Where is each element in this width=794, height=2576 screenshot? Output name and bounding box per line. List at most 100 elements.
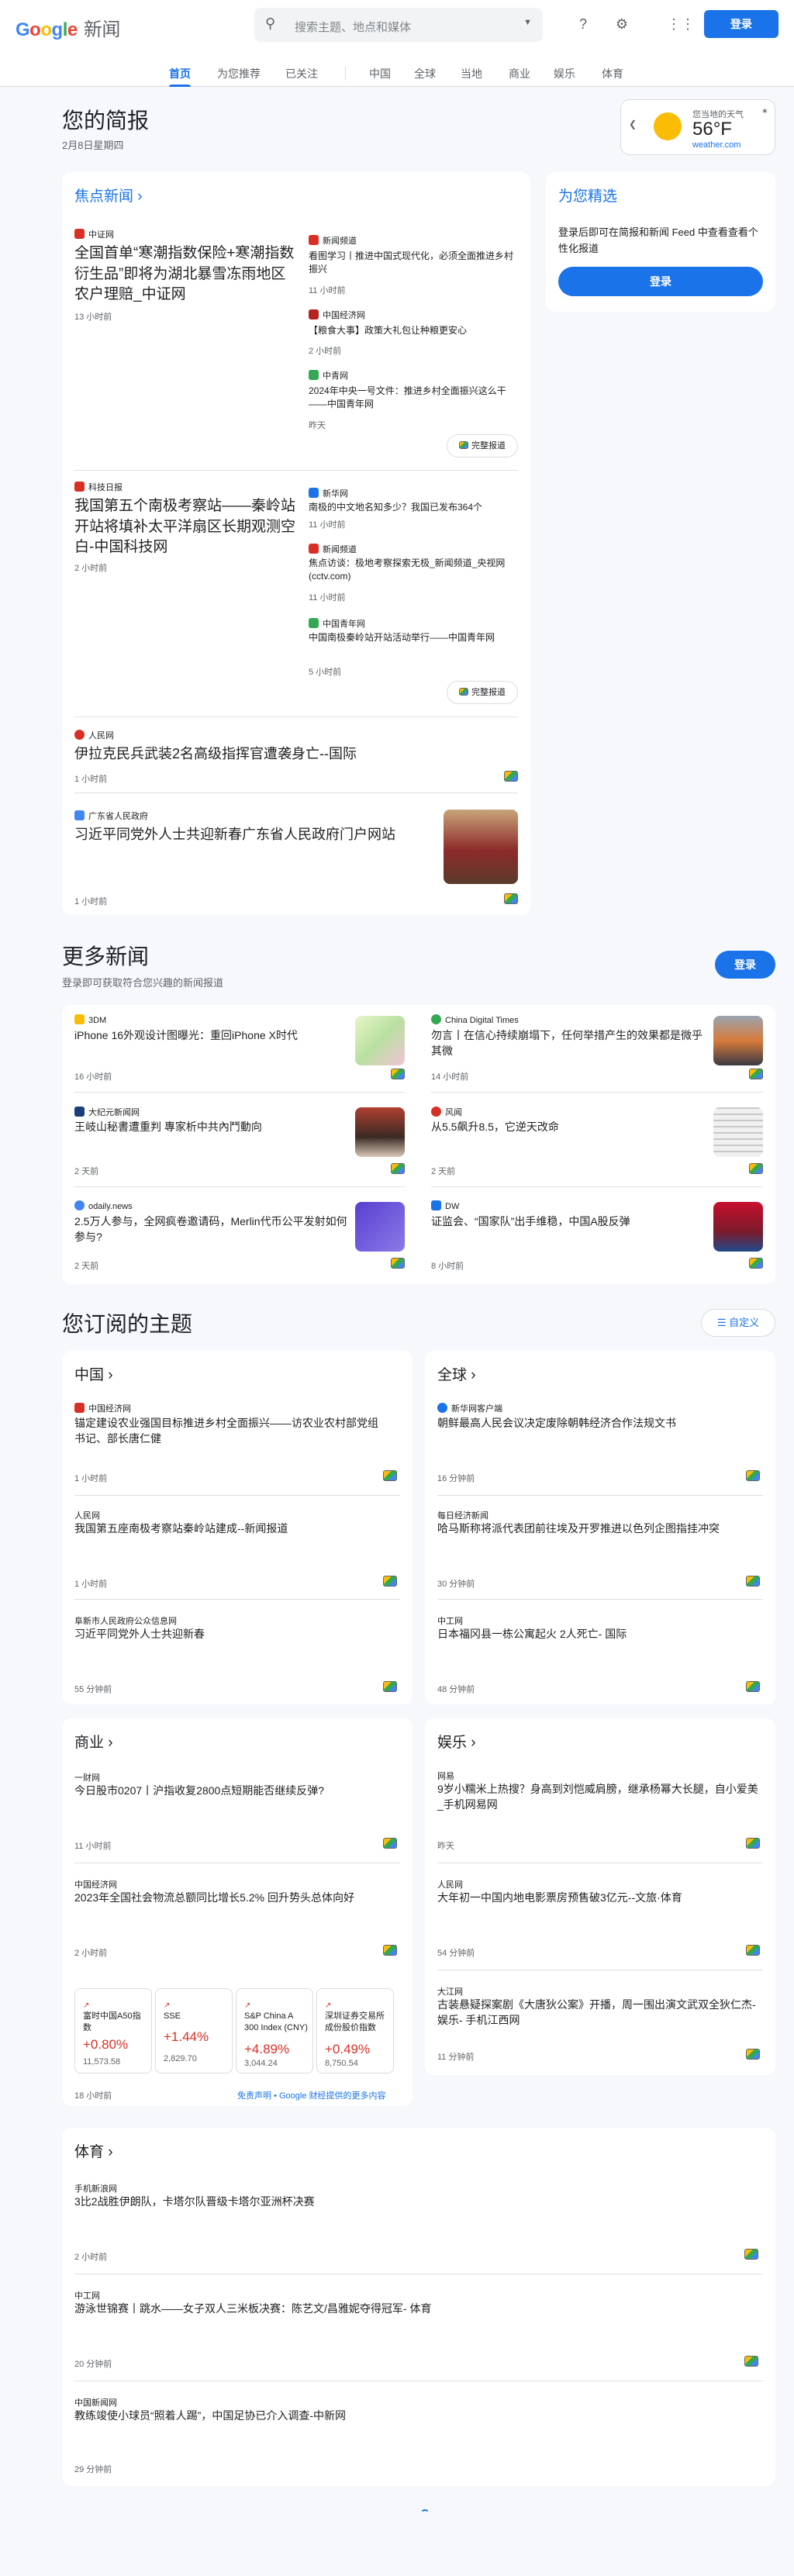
story-headline[interactable]: 勿言丨在信心持续崩塌下，任何举措产生的效果都是微乎其微: [431, 1028, 710, 1058]
full-coverage-icon[interactable]: [383, 1576, 397, 1587]
full-coverage-icon[interactable]: [749, 1258, 763, 1269]
gear-icon[interactable]: ⚙: [611, 13, 633, 35]
weather-settings-icon[interactable]: ✶: [761, 106, 768, 116]
full-coverage-icon[interactable]: [749, 1163, 763, 1174]
story-headline[interactable]: 锚定建设农业强国目标推进乡村全面振兴——访农业农村部党组书记、部长唐仁健: [74, 1416, 385, 1446]
story-headline[interactable]: 焦点访谈：极地考察探索无极_新闻频道_央视网(cctv.com): [309, 557, 518, 583]
story-image[interactable]: [713, 1107, 763, 1157]
full-coverage-icon[interactable]: [383, 1681, 397, 1692]
top-stories-title[interactable]: 焦点新闻 ›: [74, 185, 143, 205]
full-coverage-icon[interactable]: [746, 1945, 760, 1956]
apps-grid-icon[interactable]: ⋮⋮: [667, 13, 695, 35]
story-headline[interactable]: 日本福冈县一栋公寓起火 2人死亡- 国际: [437, 1627, 747, 1642]
full-coverage-icon[interactable]: [391, 1163, 405, 1174]
story-headline[interactable]: 证监会、“国家队”出手维稳，中国A股反弹: [431, 1214, 710, 1230]
tab-world[interactable]: 全球: [414, 66, 436, 81]
picks-signin-button[interactable]: 登录: [558, 267, 763, 296]
story-headline[interactable]: 中国南极秦岭站开站活动举行——中国青年网: [309, 631, 518, 644]
story-headline[interactable]: 习近平同党外人士共迎新春广东省人民政府门户网站: [74, 825, 447, 844]
story-headline[interactable]: 【粮食大事】政策大礼包让种粮更安心: [309, 324, 518, 337]
customize-button[interactable]: ☰ 自定义: [701, 1309, 775, 1337]
google-news-logo[interactable]: Google 新闻: [16, 14, 120, 41]
story-image[interactable]: [713, 1202, 763, 1252]
stock-tile[interactable]: ↗ 富时中国A50指数 +0.80% 11,573.58: [74, 1988, 152, 2074]
stock-tile[interactable]: ↗ S&P China A 300 Index (CNY) +4.89% 3,044.…: [236, 1988, 313, 2074]
tab-sports[interactable]: 体育: [602, 66, 623, 81]
story-headline[interactable]: 伊拉克民兵武装2名高级指挥官遭袭身亡--国际: [74, 744, 478, 764]
full-coverage-icon[interactable]: [746, 1470, 760, 1481]
full-coverage-icon[interactable]: [746, 2049, 760, 2060]
search-icon[interactable]: ⚲: [265, 16, 275, 32]
story-headline[interactable]: 今日股市0207丨沪指收复2800点短期能否继续反弹?: [74, 1784, 354, 1799]
tab-china[interactable]: 中国: [369, 66, 391, 81]
weather-source-link[interactable]: weather.com: [692, 140, 740, 150]
full-coverage-icon[interactable]: [749, 1069, 763, 1079]
full-coverage-icon[interactable]: [383, 1945, 397, 1956]
full-coverage-icon[interactable]: [744, 2356, 758, 2367]
story-headline[interactable]: 教练竣使小球员“照着人踢”，中国足协已介入调查-中新网: [74, 2409, 741, 2424]
tab-for-you[interactable]: 为您推荐: [217, 66, 261, 81]
full-coverage-icon[interactable]: [504, 893, 518, 904]
tab-entertainment[interactable]: 娱乐: [554, 66, 575, 81]
story-image[interactable]: [355, 1202, 405, 1252]
story-headline[interactable]: 朝鲜最高人民会议决定废除朝韩经济合作法规文书: [437, 1416, 747, 1431]
story-headline[interactable]: 看图学习丨推进中国式现代化，必须全面推进乡村振兴: [309, 250, 518, 276]
topic-title[interactable]: 全球 ›: [437, 1363, 476, 1384]
full-coverage-icon[interactable]: [504, 771, 518, 782]
tab-business[interactable]: 商业: [509, 66, 530, 81]
tab-following[interactable]: 已关注: [285, 66, 318, 81]
full-coverage-icon[interactable]: [744, 2249, 758, 2260]
full-coverage-icon[interactable]: [383, 1838, 397, 1849]
full-coverage-icon[interactable]: [391, 1069, 405, 1079]
story-headline[interactable]: 3比2战胜伊朗队，卡塔尔队晋级卡塔尔亚洲杯决赛: [74, 2194, 741, 2210]
story-headline[interactable]: 2024年中央一号文件：推进乡村全面振兴这么干——中国青年网: [309, 385, 518, 411]
story-headline[interactable]: 古装悬疑探案剧《大唐狄公案》开播，周一围出演文武双全狄仁杰- 娱乐- 手机江西网: [437, 1998, 763, 2028]
story-headline[interactable]: 南极的中文地名知多少？我国已发布364个: [309, 501, 518, 514]
story-headline[interactable]: 游泳世锦赛丨跳水——女子双人三米板决赛：陈艺文/昌雅妮夺得冠军- 体育: [74, 2301, 741, 2317]
finance-disclaimer-link[interactable]: 免责声明 • Google 财经提供的更多内容: [237, 2089, 386, 2101]
full-coverage-icon[interactable]: [746, 1576, 760, 1587]
full-coverage-icon[interactable]: [383, 1470, 397, 1481]
more-news-signin-button[interactable]: 登录: [715, 951, 775, 979]
story-time: 20 分钟前: [74, 2360, 112, 2369]
story-headline[interactable]: 2.5万人参与，全网疯卷邀请码，Merlin代币公平发射如何参与?: [74, 1214, 354, 1245]
stock-tile[interactable]: ↗ SSE +1.44% 2,829.70: [155, 1988, 233, 2074]
story-headline[interactable]: iPhone 16外观设计图曝光：重回iPhone X时代: [74, 1028, 354, 1044]
help-icon[interactable]: ?: [572, 13, 594, 35]
full-coverage-button[interactable]: 完整报道: [447, 434, 518, 458]
story-headline[interactable]: 大年初一中国内地电影票房预售破3亿元--文旅·体育: [437, 1891, 763, 1906]
picks-title: 为您精选: [558, 188, 618, 205]
story-headline[interactable]: 从5.5飙升8.5，它逆天改命: [431, 1120, 710, 1135]
topic-title[interactable]: 体育 ›: [74, 2140, 113, 2161]
full-coverage-icon[interactable]: [746, 1838, 760, 1849]
story-headline[interactable]: 哈马斯称将派代表团前往埃及开罗推进以色列企图指挂冲突: [437, 1521, 747, 1537]
chevron-left-icon[interactable]: ❮: [629, 119, 637, 129]
story-time: 1 小时前: [74, 775, 108, 784]
story-headline[interactable]: 2023年全国社会物流总额同比增长5.2% 回升势头总体向好: [74, 1891, 400, 1906]
topic-title[interactable]: 中国 ›: [74, 1363, 113, 1384]
full-coverage-icon[interactable]: [746, 1681, 760, 1692]
tab-local[interactable]: 当地: [461, 66, 482, 81]
stock-tile[interactable]: ↗ 深圳证券交易所成份股价指数 +0.49% 8,750.54: [316, 1988, 394, 2074]
topic-title[interactable]: 娱乐 ›: [437, 1731, 476, 1752]
topic-title[interactable]: 商业 ›: [74, 1731, 113, 1752]
full-coverage-icon[interactable]: [391, 1258, 405, 1269]
story-headline[interactable]: 习近平同党外人士共迎新春: [74, 1627, 385, 1642]
full-coverage-button[interactable]: 完整报道: [447, 681, 518, 704]
story-headline[interactable]: 我国第五座南极考察站秦岭站建成--新闻报道: [74, 1521, 385, 1537]
weather-card[interactable]: ❮ 您当地的天气 56°F weather.com ✶: [620, 99, 775, 155]
chevron-down-icon[interactable]: ▼: [523, 18, 532, 27]
story-headline[interactable]: 我国第五个南极考察站——秦岭站开站将填补太平洋扇区长期观测空白-中国科技网: [74, 496, 299, 558]
story-image[interactable]: [355, 1016, 405, 1065]
signin-button[interactable]: 登录: [704, 10, 778, 38]
story-image[interactable]: [355, 1107, 405, 1157]
story-image[interactable]: [444, 810, 518, 884]
story-image[interactable]: [713, 1016, 763, 1065]
nav-divider: [345, 67, 346, 81]
story-headline[interactable]: 王岐山秘書遭重判 專家析中共內鬥動向: [74, 1120, 354, 1135]
story-headline[interactable]: 9岁小糯米上热搜？身高到刘恺威肩膀，继承杨幂大长腿，自小爱美_手机网易网: [437, 1782, 763, 1812]
search-box[interactable]: ⚲ 搜索主题、地点和媒体 ▼: [254, 8, 543, 42]
story-headline[interactable]: 全国首单“寒潮指数保险+寒潮指数衍生品”即将为湖北暴雪冻雨地区农户理赔_中证网: [74, 243, 299, 306]
tab-home[interactable]: 首页: [169, 66, 191, 81]
search-input[interactable]: 搜索主题、地点和媒体: [295, 19, 411, 35]
